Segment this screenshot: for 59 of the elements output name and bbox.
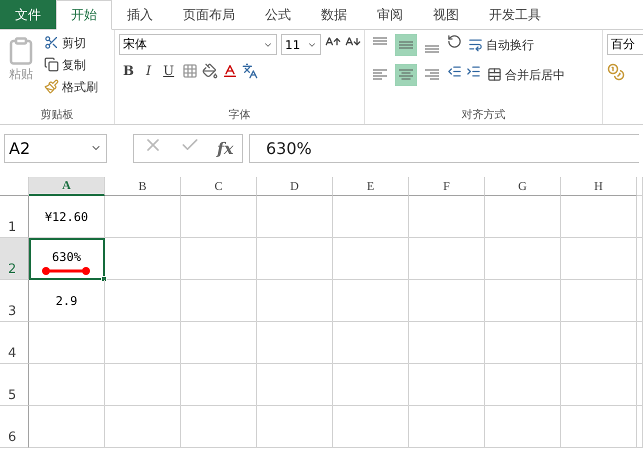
file-menu[interactable]: 文件	[0, 0, 56, 29]
vertical-align-button[interactable]	[395, 34, 417, 56]
align-lines-icon	[372, 68, 388, 82]
merge-cells-icon	[487, 66, 502, 82]
underline-marker	[41, 266, 91, 276]
phonetic-icon	[242, 63, 258, 79]
align-lines-icon	[372, 37, 388, 45]
decrease-indent-icon	[447, 64, 462, 79]
font-color-icon	[222, 63, 238, 79]
align-lines-icon	[398, 41, 414, 49]
wrap-text-icon	[468, 36, 483, 52]
italic-button[interactable]: I	[142, 64, 156, 78]
table-cell: 2.9	[29, 280, 105, 322]
column-header[interactable]: B	[105, 177, 181, 196]
column-header[interactable]: C	[181, 177, 257, 196]
scissors-icon	[44, 35, 59, 50]
copy-button[interactable]: 复制	[42, 56, 100, 75]
row-header[interactable]: 6	[0, 406, 29, 448]
group-title: 对齐方式	[460, 107, 506, 123]
bold-button[interactable]: B	[119, 64, 138, 78]
column-header[interactable]: A	[29, 177, 105, 196]
table-cell: 630%	[29, 238, 105, 280]
cut-button[interactable]: 剪切	[42, 34, 100, 53]
column-header[interactable]: D	[257, 177, 333, 196]
copy-icon	[44, 57, 59, 72]
align-lines-icon	[398, 68, 414, 82]
fill-handle[interactable]	[101, 276, 107, 282]
ribbon-tab[interactable]: 开始	[56, 0, 112, 30]
name-box[interactable]: A2	[4, 134, 107, 162]
insert-function-button[interactable]: fx	[216, 138, 234, 158]
column-header[interactable]: F	[409, 177, 485, 196]
horizontal-align-button[interactable]	[395, 64, 417, 86]
merge-center-button[interactable]: 合并后居中	[485, 66, 567, 84]
group-title: 字体	[228, 107, 252, 123]
row-header[interactable]: 3	[0, 280, 29, 322]
row-header[interactable]: 4	[0, 322, 29, 364]
column-header[interactable]: H	[561, 177, 637, 196]
align-lines-icon	[424, 68, 440, 82]
underline-button[interactable]: U	[159, 64, 178, 78]
align-lines-icon	[424, 45, 440, 53]
font-name-field[interactable]: 宋体	[119, 34, 277, 55]
fill-color-icon	[202, 63, 218, 79]
number-format-field[interactable]: 百分	[607, 34, 643, 55]
increase-indent-icon	[466, 64, 481, 79]
format-painter-button[interactable]: 格式刷	[42, 78, 100, 97]
font-size-field[interactable]: 11	[281, 34, 321, 55]
table-cell: ¥12.60	[29, 196, 105, 238]
row-header[interactable]: 1	[0, 196, 29, 238]
paintbrush-icon	[44, 79, 59, 94]
formula-input[interactable]: 630%	[249, 134, 639, 162]
group-title: 剪贴板	[40, 107, 74, 123]
row-header[interactable]: 5	[0, 364, 29, 406]
wrap-text-button[interactable]: 自动换行	[466, 36, 536, 54]
row-header[interactable]: 2	[0, 238, 29, 280]
coins-icon	[607, 63, 625, 81]
orientation-icon	[447, 34, 462, 49]
borders-icon	[182, 63, 198, 79]
column-header[interactable]: E	[333, 177, 409, 196]
column-header[interactable]: G	[485, 177, 561, 196]
